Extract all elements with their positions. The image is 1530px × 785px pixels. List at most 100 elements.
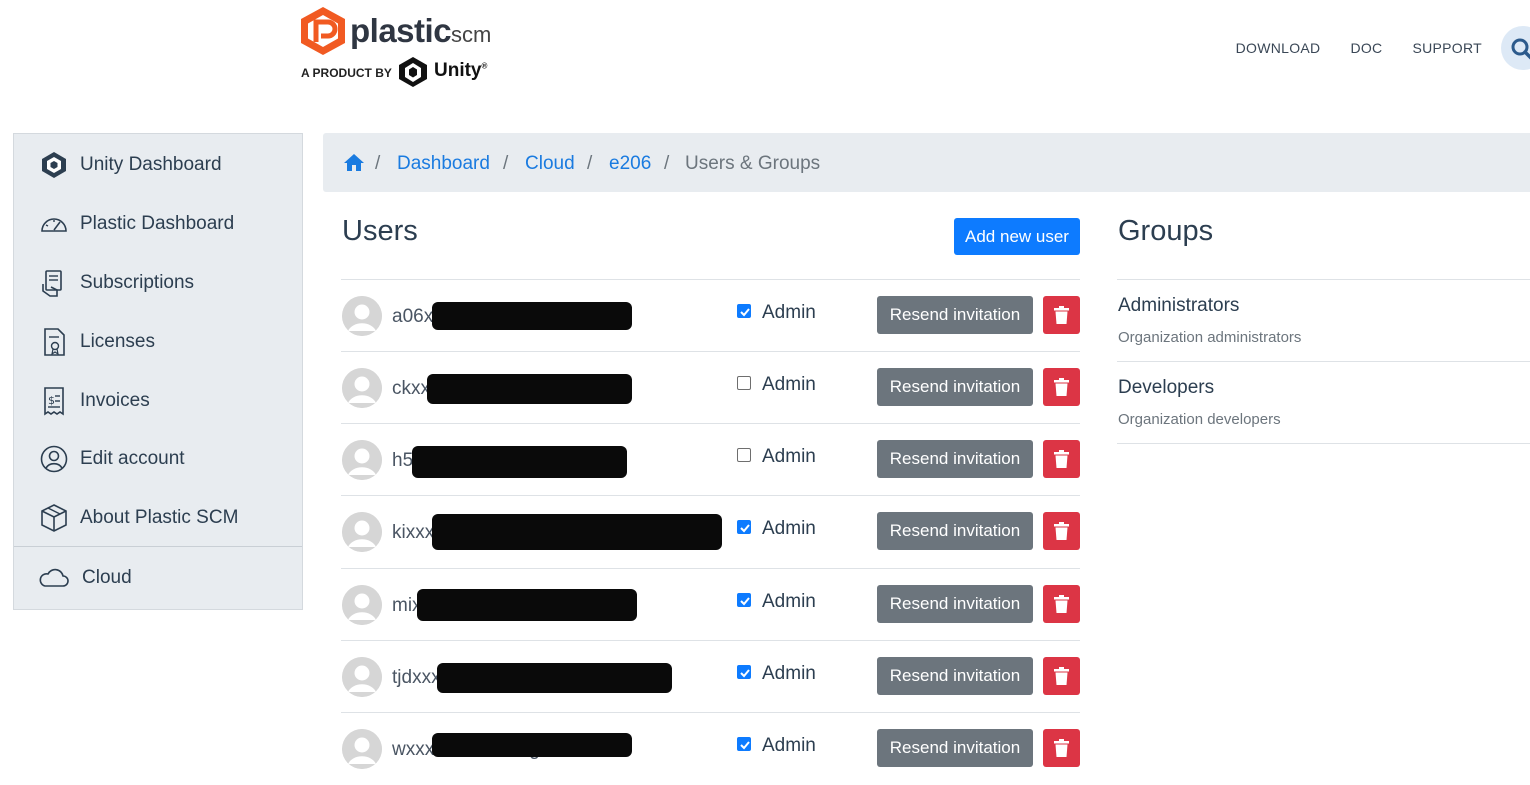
resend-invitation-button[interactable]: Resend invitation (877, 729, 1033, 767)
sidebar-item-about[interactable]: About Plastic SCM (14, 489, 302, 547)
nav-doc[interactable]: DOC (1350, 40, 1382, 56)
delete-user-button[interactable] (1043, 368, 1080, 406)
resend-invitation-button[interactable]: Resend invitation (877, 657, 1033, 695)
delete-user-button[interactable] (1043, 296, 1080, 334)
user-row: tjdxxxxxxxx@gmail.comAdminResend invitat… (341, 640, 1080, 713)
admin-label: Admin (762, 446, 816, 467)
group-name: Administrators (1118, 295, 1240, 316)
delete-user-button[interactable] (1043, 729, 1080, 767)
delete-user-button[interactable] (1043, 512, 1080, 550)
invoice-icon: $ (44, 387, 64, 416)
product-by-label: A PRODUCT BY (301, 66, 392, 80)
group-item-administrators[interactable]: Administrators Organization administrato… (1117, 279, 1530, 362)
resend-invitation-button[interactable]: Resend invitation (877, 440, 1033, 478)
nav-support[interactable]: SUPPORT (1412, 40, 1482, 56)
users-heading: Users (342, 215, 418, 247)
admin-label: Admin (762, 735, 816, 756)
trash-icon (1054, 378, 1069, 396)
resend-invitation-button[interactable]: Resend invitation (877, 296, 1033, 334)
sidebar-item-invoices[interactable]: $ Invoices (14, 372, 302, 430)
user-row: ckxxxxxxxxxxgmail.comAdminResend invitat… (341, 351, 1080, 424)
user-row: a06xxxxxxxxxxxil.comAdminResend invitati… (341, 279, 1080, 352)
sidebar-item-unity-dashboard[interactable]: Unity Dashboard (14, 136, 302, 194)
redaction-mark (432, 733, 632, 757)
checkmark-icon (740, 669, 750, 678)
breadcrumb-current: Users & Groups (685, 153, 821, 174)
hand-card-icon (42, 270, 62, 297)
group-item-developers[interactable]: Developers Organization developers (1117, 361, 1530, 444)
add-new-user-button[interactable]: Add new user (954, 218, 1080, 255)
trash-icon (1054, 522, 1069, 540)
resend-invitation-button[interactable]: Resend invitation (877, 368, 1033, 406)
avatar (342, 657, 382, 697)
admin-checkbox[interactable] (737, 520, 751, 534)
redaction-mark (432, 514, 722, 550)
brand-wordmark: plasticscm (350, 12, 492, 49)
default-avatar-icon (342, 657, 382, 697)
breadcrumb-separator: / (375, 153, 381, 174)
avatar (342, 729, 382, 769)
delete-user-button[interactable] (1043, 585, 1080, 623)
trash-icon (1054, 667, 1069, 685)
admin-checkbox[interactable] (737, 304, 751, 318)
delete-user-button[interactable] (1043, 657, 1080, 695)
admin-checkbox[interactable] (737, 376, 751, 390)
checkmark-icon (740, 524, 750, 533)
trash-icon (1054, 595, 1069, 613)
search-icon (1511, 38, 1530, 60)
plastic-scm-logo[interactable]: plasticscm A PRODUCT BY Unity® (300, 6, 500, 88)
breadcrumb: / Dashboard / Cloud / e206 / Users & Gro… (323, 133, 1530, 192)
default-avatar-icon (342, 585, 382, 625)
sidebar-item-label: Unity Dashboard (80, 154, 222, 175)
group-description: Organization developers (1118, 411, 1281, 428)
sidebar-item-label: Cloud (82, 567, 132, 588)
cloud-icon (39, 568, 69, 587)
speedometer-icon (41, 218, 67, 232)
admin-label: Admin (762, 663, 816, 684)
checkmark-icon (740, 597, 750, 606)
sidebar-item-label: Subscriptions (80, 272, 195, 293)
search-button[interactable] (1501, 26, 1530, 70)
user-circle-icon (40, 445, 68, 473)
default-avatar-icon (342, 368, 382, 408)
group-description: Organization administrators (1118, 329, 1302, 346)
user-row: mixxxxxxxxxxxxnavercomAdminResend invita… (341, 568, 1080, 641)
sidebar-item-subscriptions[interactable]: Subscriptions (14, 254, 302, 312)
sidebar-item-plastic-dashboard[interactable]: Plastic Dashboard (14, 195, 302, 253)
resend-invitation-button[interactable]: Resend invitation (877, 512, 1033, 550)
top-navigation: DOWNLOAD DOC SUPPORT (1236, 40, 1482, 56)
default-avatar-icon (342, 296, 382, 336)
trash-icon (1054, 306, 1069, 324)
sidebar-item-licenses[interactable]: Licenses (14, 313, 302, 371)
sidebar-item-label: Invoices (80, 390, 150, 411)
nav-download[interactable]: DOWNLOAD (1236, 40, 1321, 56)
checkmark-icon (740, 741, 750, 750)
trash-icon (1054, 739, 1069, 757)
resend-invitation-button[interactable]: Resend invitation (877, 585, 1033, 623)
sidebar-item-label: Licenses (80, 331, 155, 352)
admin-checkbox[interactable] (737, 448, 751, 462)
avatar (342, 585, 382, 625)
breadcrumb-dashboard[interactable]: Dashboard (397, 153, 490, 175)
default-avatar-icon (342, 729, 382, 769)
admin-label: Admin (762, 518, 816, 539)
sidebar-divider (14, 546, 302, 547)
sidebar-item-edit-account[interactable]: Edit account (14, 430, 302, 488)
sidebar-item-cloud[interactable]: Cloud (14, 549, 302, 607)
admin-checkbox[interactable] (737, 665, 751, 679)
home-icon[interactable] (343, 153, 365, 172)
delete-user-button[interactable] (1043, 440, 1080, 478)
breadcrumb-separator: / (503, 153, 509, 174)
admin-checkbox[interactable] (737, 593, 751, 607)
breadcrumb-cloud[interactable]: Cloud (525, 153, 575, 175)
unity-logo-icon (399, 57, 427, 87)
avatar (342, 512, 382, 552)
sidebar-item-label: About Plastic SCM (80, 507, 239, 528)
default-avatar-icon (342, 512, 382, 552)
box-icon (41, 504, 67, 532)
unity-wordmark: Unity® (434, 60, 488, 81)
breadcrumb-e206[interactable]: e206 (609, 153, 651, 175)
avatar (342, 296, 382, 336)
redaction-mark (437, 663, 672, 693)
admin-checkbox[interactable] (737, 737, 751, 751)
